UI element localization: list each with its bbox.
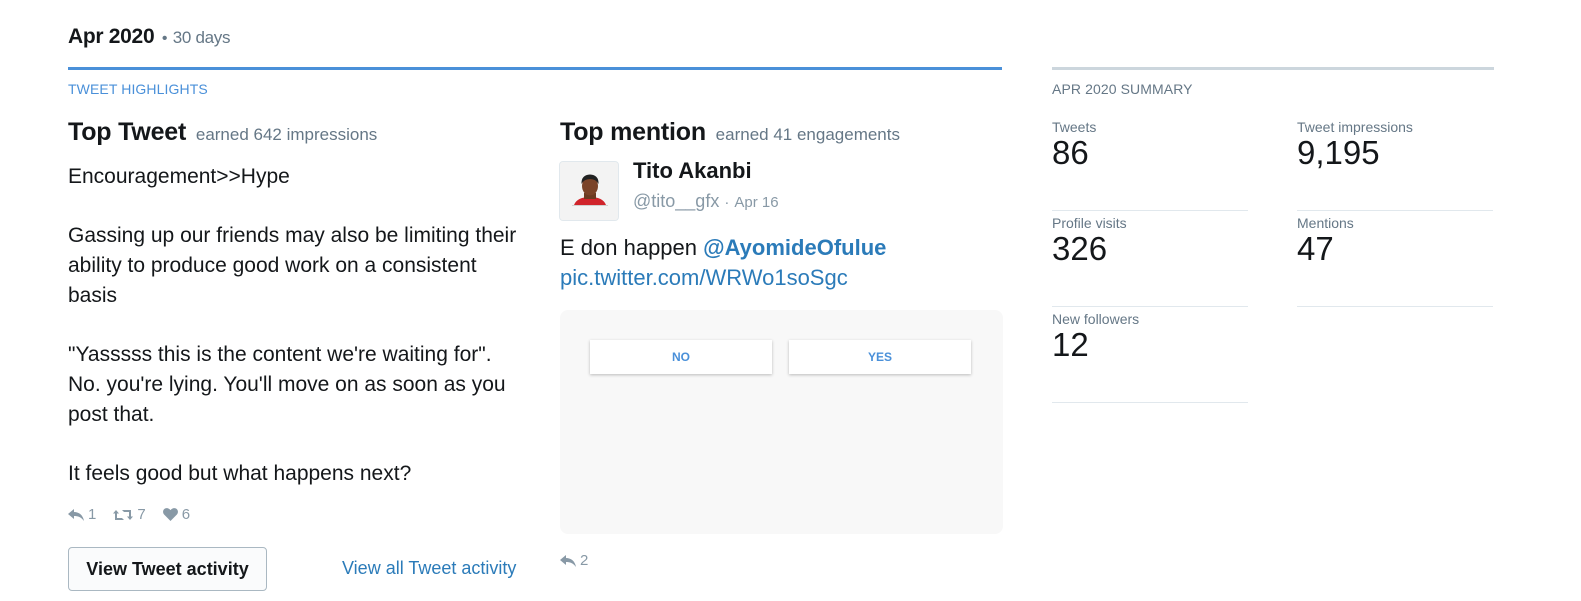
mention-meta-separator: · <box>724 194 730 211</box>
poll-yes-button[interactable]: YES <box>789 340 971 374</box>
tweet-paragraph: Gassing up our friends may also be limit… <box>68 224 517 307</box>
poll-no-button[interactable]: NO <box>590 340 772 374</box>
stat-profile-visits: Profile visits 326 <box>1052 215 1248 307</box>
top-tweet-text: Encouragement>>Hype Gassing up our frien… <box>68 162 518 489</box>
stat-value: 326 <box>1052 230 1108 267</box>
period-days: 30 days <box>172 28 231 47</box>
mentioned-handle-link[interactable]: @AyomideOfulue <box>703 235 886 260</box>
stat-value: 9,195 <box>1297 134 1380 171</box>
period-month: Apr 2020 <box>68 25 155 48</box>
tweet-highlights-label: TWEET HIGHLIGHTS <box>68 81 208 97</box>
top-mention-actions: 2 <box>560 552 605 569</box>
retweet-icon <box>113 509 134 520</box>
tweet-paragraph: Encouragement>>Hype <box>68 165 290 188</box>
stat-value: 12 <box>1052 326 1089 363</box>
tweet-paragraph: It feels good but what happens next? <box>68 461 412 485</box>
mention-author-meta: @tito__gfx · Apr 16 <box>633 191 779 212</box>
mention-author-name[interactable]: Tito Akanbi <box>633 158 752 184</box>
top-tweet-heading: Top Tweet <box>68 118 187 146</box>
stat-label: Tweets <box>1052 119 1097 135</box>
reply-icon <box>560 554 576 567</box>
avatar[interactable] <box>559 161 619 221</box>
avatar-person-icon <box>560 162 618 220</box>
like-count[interactable]: 6 <box>162 506 190 523</box>
top-mention-title: Top mention earned 41 engagements <box>560 118 900 147</box>
mention-media-card[interactable]: NO YES <box>560 310 1003 534</box>
mention-date[interactable]: Apr 16 <box>734 194 778 211</box>
retweet-count[interactable]: 7 <box>113 506 146 523</box>
top-tweet-title: Top Tweet earned 642 impressions <box>68 118 377 147</box>
view-tweet-activity-button[interactable]: View Tweet activity <box>68 547 267 591</box>
reply-icon <box>68 508 84 521</box>
mention-reply-count[interactable]: 2 <box>560 552 588 569</box>
stat-tweet-impressions: Tweet impressions 9,195 <box>1297 119 1493 211</box>
top-tweet-earned: earned 642 impressions <box>195 125 378 144</box>
stat-tweets: Tweets 86 <box>1052 119 1248 211</box>
reply-count[interactable]: 1 <box>68 506 96 523</box>
stat-label: Mentions <box>1297 215 1354 231</box>
mention-author-handle[interactable]: @tito__gfx <box>633 191 719 211</box>
stat-label: Tweet impressions <box>1297 119 1413 135</box>
mention-text: E don happen @AyomideOfulue pic.twitter.… <box>560 233 1000 292</box>
summary-label: APR 2020 SUMMARY <box>1052 81 1193 97</box>
summary-divider <box>1052 67 1494 70</box>
top-mention-heading: Top mention <box>560 118 706 146</box>
stat-new-followers: New followers 12 <box>1052 311 1248 403</box>
tweet-paragraph: "Yasssss this is the content we're waiti… <box>68 343 506 426</box>
period-title: Apr 2020 • 30 days <box>68 25 230 49</box>
pic-link[interactable]: pic.twitter.com/WRWo1soSgc <box>560 265 848 290</box>
stat-value: 86 <box>1052 134 1089 171</box>
mention-body: E don happen <box>560 235 698 260</box>
stat-label: Profile visits <box>1052 215 1127 231</box>
view-all-tweet-activity-link[interactable]: View all Tweet activity <box>342 558 516 579</box>
top-tweet-actions: 1 7 6 <box>68 506 207 523</box>
heart-icon <box>162 508 178 521</box>
highlights-divider <box>68 67 1002 70</box>
stat-label: New followers <box>1052 311 1140 327</box>
stat-value: 47 <box>1297 230 1334 267</box>
stat-mentions: Mentions 47 <box>1297 215 1493 307</box>
top-mention-earned: earned 41 engagements <box>715 125 900 144</box>
period-separator: • <box>161 30 168 47</box>
